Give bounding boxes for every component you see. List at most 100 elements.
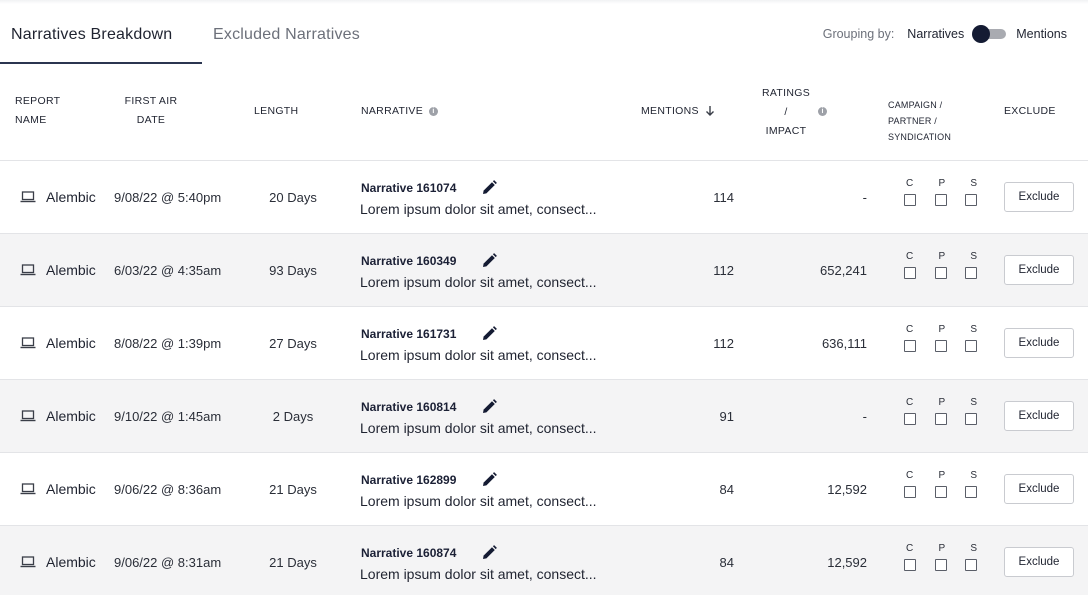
campaign-letter: C	[906, 470, 914, 481]
report-name-cell[interactable]: Alembic	[20, 189, 96, 205]
syndication-letter: S	[970, 251, 977, 262]
narrative-title-text[interactable]: Narrative 160874	[361, 546, 456, 560]
header-date-line2: DATE	[136, 114, 166, 126]
campaign-letter: C	[906, 324, 914, 335]
ratings-impact: -	[862, 190, 867, 205]
table-header: REPORT NAME FIRST AIR DATE LENGTH NARRAT…	[0, 80, 1088, 161]
syndication-checkbox[interactable]	[965, 413, 977, 425]
tab-bar: Narratives Breakdown Excluded Narratives	[0, 14, 371, 64]
ratings-impact: 636,111	[821, 336, 867, 351]
laptop-icon	[20, 337, 36, 349]
report-name-cell[interactable]: Alembic	[20, 481, 96, 497]
length: 93 Days	[269, 263, 317, 278]
exclude-button[interactable]: Exclude	[1004, 255, 1074, 285]
report-name-cell[interactable]: Alembic	[20, 262, 96, 278]
cps-letters: CPS	[899, 543, 983, 554]
exclude-button[interactable]: Exclude	[1004, 328, 1074, 358]
info-icon[interactable]: i	[429, 106, 439, 116]
campaign-checkbox[interactable]	[904, 486, 916, 498]
narrative-title-text[interactable]: Narrative 161731	[361, 327, 456, 341]
partner-letter: P	[938, 397, 946, 408]
arrow-down-icon[interactable]	[705, 105, 715, 117]
report-name: Alembic	[46, 554, 96, 570]
pencil-icon[interactable]	[480, 544, 498, 562]
grouping-control: Grouping by: Narratives Mentions	[822, 25, 1067, 43]
partner-checkbox[interactable]	[934, 194, 947, 206]
tab-excluded-narratives[interactable]: Excluded Narratives	[202, 14, 371, 64]
narrative-description: Lorem ipsum dolor sit amet, consect...	[360, 274, 597, 290]
header-cps-line1: CAMPAIGN /	[888, 100, 943, 110]
header-report-name-line2: NAME	[15, 114, 47, 126]
header-mentions[interactable]: MENTIONS	[641, 102, 715, 121]
syndication-letter: S	[970, 397, 977, 408]
pencil-icon[interactable]	[480, 179, 498, 197]
campaign-letter: C	[906, 543, 914, 554]
header-mentions-label: MENTIONS	[641, 105, 699, 117]
syndication-checkbox[interactable]	[965, 340, 977, 352]
pencil-icon[interactable]	[480, 471, 498, 489]
grouping-toggle[interactable]	[972, 25, 1007, 43]
campaign-checkbox[interactable]	[904, 194, 916, 206]
pencil-icon[interactable]	[480, 398, 498, 416]
cps-checkboxes: CPS	[899, 178, 983, 206]
syndication-checkbox[interactable]	[965, 486, 977, 498]
partner-checkbox[interactable]	[934, 413, 947, 425]
cps-boxes	[899, 486, 983, 498]
table-row: Alembic 9/08/22 @ 5:40pm 20 Days Narrative …	[0, 161, 1088, 234]
exclude-button[interactable]: Exclude	[1004, 182, 1074, 212]
report-name-cell[interactable]: Alembic	[20, 408, 96, 424]
report-name: Alembic	[46, 189, 96, 205]
partner-checkbox[interactable]	[934, 267, 947, 279]
first-air-date: 9/08/22 @ 5:40pm	[114, 190, 222, 205]
mentions-count: 91	[719, 409, 734, 424]
laptop-icon	[20, 264, 36, 276]
ratings-impact: 652,241	[820, 263, 867, 278]
narrative-title-text[interactable]: Narrative 160814	[361, 400, 456, 414]
grouping-label: Grouping by:	[822, 27, 895, 41]
table-row: Alembic 8/08/22 @ 1:39pm 27 Days Narrative …	[0, 307, 1088, 380]
exclude-button[interactable]: Exclude	[1004, 474, 1074, 504]
narrative-description: Lorem ipsum dolor sit amet, consect...	[360, 566, 597, 582]
grouping-option-mentions[interactable]: Mentions	[1016, 27, 1067, 41]
pencil-icon[interactable]	[480, 325, 498, 343]
report-name-cell[interactable]: Alembic	[20, 554, 96, 570]
toggle-knob	[972, 25, 991, 43]
length: 20 Days	[269, 190, 317, 205]
header-report-name-line1: REPORT	[15, 95, 61, 107]
info-icon[interactable]: i	[818, 107, 827, 116]
partner-checkbox[interactable]	[934, 486, 947, 498]
cps-letters: CPS	[899, 251, 983, 262]
cps-boxes	[899, 559, 983, 571]
campaign-checkbox[interactable]	[904, 340, 916, 352]
partner-letter: P	[938, 470, 946, 481]
syndication-letter: S	[970, 543, 977, 554]
grouping-option-narratives[interactable]: Narratives	[907, 27, 964, 41]
narrative-title-text[interactable]: Narrative 160349	[361, 254, 456, 268]
tab-narratives-breakdown[interactable]: Narratives Breakdown	[0, 14, 202, 64]
header-first-air-date: FIRST AIR DATE	[120, 92, 182, 130]
pencil-icon[interactable]	[480, 252, 498, 270]
partner-checkbox[interactable]	[934, 340, 947, 352]
partner-checkbox[interactable]	[934, 559, 947, 571]
syndication-checkbox[interactable]	[965, 194, 977, 206]
campaign-letter: C	[906, 397, 914, 408]
header-report-name: REPORT NAME	[15, 92, 60, 130]
campaign-checkbox[interactable]	[904, 267, 916, 279]
report-name-cell[interactable]: Alembic	[20, 335, 96, 351]
syndication-letter: S	[970, 324, 977, 335]
mentions-count: 114	[713, 190, 734, 205]
syndication-checkbox[interactable]	[965, 267, 977, 279]
narrative-title-text[interactable]: Narrative 161074	[361, 181, 456, 195]
syndication-checkbox[interactable]	[965, 559, 977, 571]
exclude-button[interactable]: Exclude	[1004, 547, 1074, 577]
table-row: Alembic 9/06/22 @ 8:36am 21 Days Narrative …	[0, 453, 1088, 526]
campaign-checkbox[interactable]	[904, 559, 916, 571]
ratings-impact: 12,592	[827, 555, 867, 570]
narrative-title: Narrative 160874	[361, 544, 498, 562]
exclude-button[interactable]: Exclude	[1004, 401, 1074, 431]
ratings-impact: 12,592	[827, 482, 867, 497]
campaign-letter: C	[906, 251, 914, 262]
header-date-line1: FIRST AIR	[124, 95, 178, 107]
campaign-checkbox[interactable]	[904, 413, 916, 425]
narrative-title-text[interactable]: Narrative 162899	[361, 473, 456, 487]
